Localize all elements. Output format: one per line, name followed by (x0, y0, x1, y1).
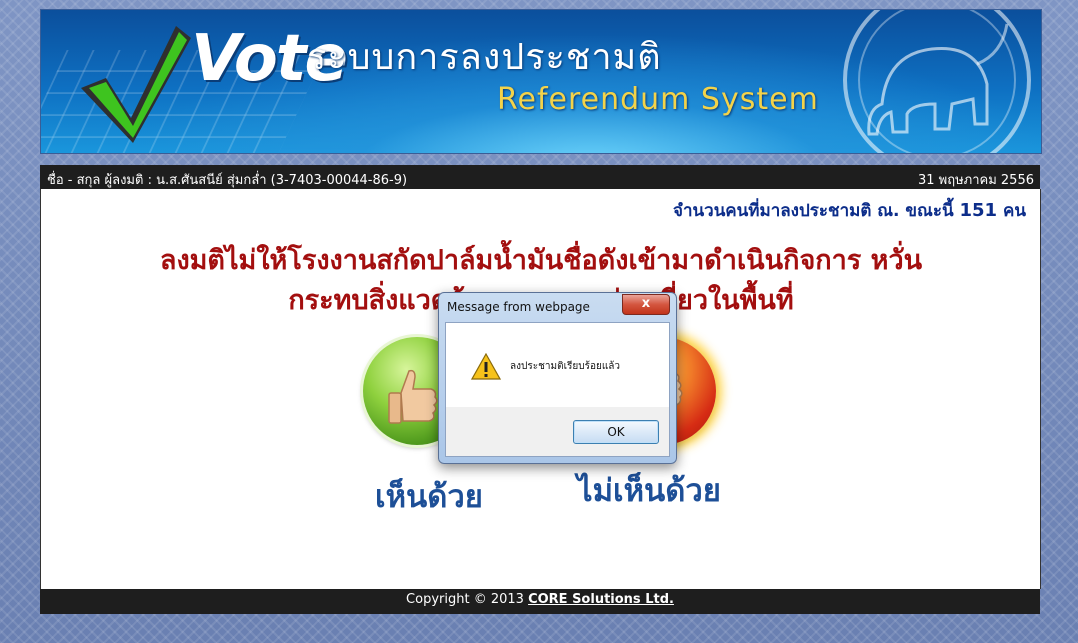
voter-name: ชื่อ - สกุล ผู้ลงมติ : น.ส.ศันสนีย์ สุ่ม… (47, 173, 408, 188)
thumbs-up-icon (388, 369, 438, 424)
system-title-thai: ระบบการลงประชามติ (307, 37, 662, 78)
system-title-english: Referendum System (497, 82, 819, 117)
dialog-title: Message from webpage (447, 300, 590, 314)
close-button[interactable]: x (622, 294, 670, 315)
vote-logo: Vote (71, 18, 348, 148)
user-info-bar: ชื่อ - สกุล ผู้ลงมติ : น.ส.ศันสนีย์ สุ่ม… (40, 165, 1040, 189)
close-icon: x (641, 296, 651, 311)
footer: Copyright © 2013 CORE Solutions Ltd. (40, 589, 1040, 614)
counter-value: 151 (959, 200, 998, 221)
dialog-body: ลงประชามติเรียบร้อยแล้ว OK (445, 322, 670, 457)
dialog-content: ลงประชามติเรียบร้อยแล้ว (446, 323, 669, 407)
question-line-1: ลงมติไม่ให้โรงงานสกัดปาล์มน้ำมันชื่อดังเ… (159, 245, 923, 276)
voter-counter: จำนวนคนที่มาลงประชามติ ณ. ขณะนี้ 151 คน (673, 197, 1026, 224)
dialog-message: ลงประชามติเรียบร้อยแล้ว (510, 361, 621, 372)
agree-label[interactable]: เห็นด้วย (375, 471, 483, 521)
counter-label: จำนวนคนที่มาลงประชามติ ณ. ขณะนี้ (673, 201, 954, 221)
disagree-label[interactable]: ไม่เห็นด้วย (577, 465, 721, 515)
counter-unit: คน (1003, 201, 1026, 221)
elephant-emblem-icon (843, 10, 1031, 153)
header-banner: Vote ระบบการลงประชามติ Referendum System (40, 9, 1042, 154)
alert-dialog: Message from webpage x ลงประชามติเรียบร้… (438, 292, 677, 464)
company-link[interactable]: CORE Solutions Ltd. (528, 592, 674, 607)
dialog-footer: OK (446, 407, 669, 456)
warning-icon (471, 353, 501, 380)
ok-button[interactable]: OK (573, 420, 659, 444)
current-date: 31 พฤษภาคม 2556 (917, 173, 1034, 188)
copyright-text: Copyright © 2013 (406, 592, 524, 607)
